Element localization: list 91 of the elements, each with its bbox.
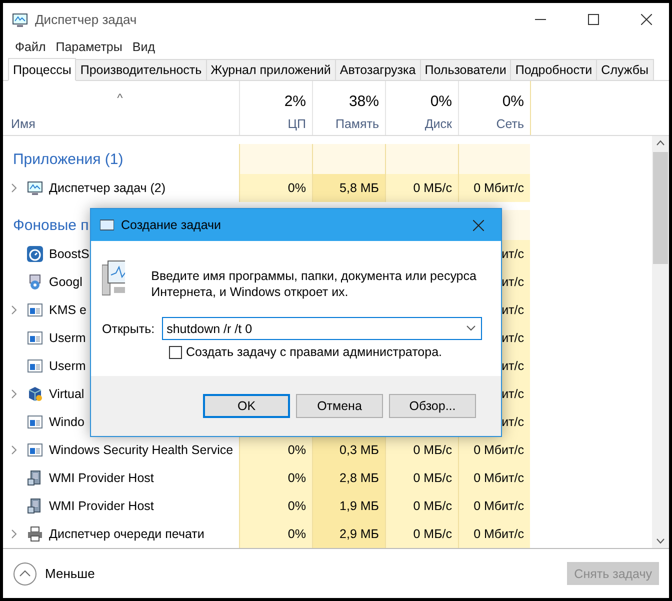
- tab[interactable]: Службы: [596, 59, 654, 80]
- dialog-button[interactable]: OK: [203, 394, 290, 418]
- process-name: Googl: [49, 275, 82, 289]
- checkbox[interactable]: [169, 346, 182, 358]
- table-cell: [458, 144, 530, 174]
- maximize-icon[interactable]: [588, 14, 598, 25]
- chevron-icon[interactable]: [11, 305, 17, 315]
- column-header[interactable]: ЦП: [288, 117, 306, 131]
- tab[interactable]: Автозагрузка: [334, 59, 421, 80]
- dialog-title: Создание задачи: [121, 218, 222, 232]
- process-name: Windo: [49, 415, 84, 429]
- process-name: WMI Provider Host: [49, 471, 154, 485]
- scrollbar-thumb[interactable]: [653, 152, 668, 264]
- process-name: Windows Security Health Service: [49, 443, 234, 457]
- open-label: Открыть:: [102, 322, 155, 336]
- table-cell: 2,9 МБ: [312, 520, 385, 548]
- menu-item[interactable]: Вид: [128, 40, 159, 54]
- table-cell: 0 Мбит/с: [458, 520, 530, 548]
- process-name: WMI Provider Host: [49, 499, 154, 513]
- tab[interactable]: Процессы: [8, 58, 76, 81]
- process-name: BoostS: [49, 247, 90, 261]
- dropdown-icon[interactable]: [466, 325, 476, 331]
- table-cell: 5,8 МБ: [312, 174, 385, 202]
- table-cell: 0%: [239, 174, 312, 202]
- stopwatch-icon: [27, 246, 43, 262]
- table-cell: 1,9 МБ: [312, 492, 385, 520]
- window-icon: [100, 219, 114, 231]
- less-details-link[interactable]: Меньше: [45, 566, 560, 581]
- chevron-icon[interactable]: [11, 183, 17, 193]
- column-header[interactable]: Диск: [424, 117, 452, 131]
- table-cell: 0 Мбит/с: [458, 436, 530, 464]
- menu-item[interactable]: Файл: [11, 40, 50, 54]
- menu-item[interactable]: Параметры: [52, 40, 126, 54]
- sort-arrow[interactable]: ^: [117, 91, 123, 105]
- process-name: Userm: [49, 331, 86, 345]
- dialog-button[interactable]: Обзор...: [389, 394, 476, 418]
- column-header[interactable]: Сеть: [496, 117, 524, 131]
- chevron-icon[interactable]: [11, 529, 17, 539]
- table-cell: 0 МБ/с: [385, 492, 458, 520]
- window-icon: [27, 414, 43, 430]
- table-cell: 0 Мбит/с: [458, 492, 530, 520]
- process-name: KMS e: [49, 303, 87, 317]
- tab[interactable]: Пользователи: [420, 59, 512, 80]
- window-icon: [27, 358, 43, 374]
- column-header[interactable]: Память: [335, 117, 379, 131]
- process-name: Диспетчер задач (2): [49, 181, 166, 195]
- tab[interactable]: Производительность: [75, 59, 207, 80]
- checkbox-label: Создать задачу с правами администратора.: [186, 345, 442, 359]
- process-name: Virtual: [49, 387, 84, 401]
- table-cell: 0 Мбит/с: [458, 174, 530, 202]
- server-icon: [27, 470, 43, 486]
- window-icon: [27, 442, 43, 458]
- table-cell: 0%: [239, 436, 312, 464]
- window-icon: [27, 330, 43, 346]
- column-total: 0%: [430, 93, 452, 110]
- table-cell: 0 МБ/с: [385, 436, 458, 464]
- chevron-icon[interactable]: [11, 445, 17, 455]
- close-icon[interactable]: [640, 14, 652, 25]
- collapse-icon[interactable]: [13, 562, 37, 586]
- close-icon[interactable]: [472, 220, 484, 230]
- column-total: 0%: [502, 93, 524, 110]
- table-cell: 0 МБ/с: [385, 174, 458, 202]
- cube-icon: [27, 386, 43, 402]
- column-total: 2%: [284, 93, 306, 110]
- table-cell: 0 МБ/с: [385, 520, 458, 548]
- column-header[interactable]: Имя: [11, 117, 239, 131]
- table-cell: 0%: [239, 464, 312, 492]
- tab[interactable]: Журнал приложений: [206, 59, 336, 80]
- table-cell: 0 МБ/с: [385, 464, 458, 492]
- group-header: Фоновые п: [13, 216, 89, 234]
- minimize-icon[interactable]: [534, 19, 546, 20]
- dialog-button[interactable]: Отмена: [296, 394, 383, 418]
- table-cell: 0 Мбит/с: [458, 464, 530, 492]
- monitor-icon: [12, 12, 28, 28]
- table-cell: 0%: [239, 520, 312, 548]
- column-total: 38%: [348, 93, 379, 110]
- server-icon: [27, 498, 43, 514]
- window-icon: [27, 302, 43, 318]
- tab[interactable]: Подробности: [510, 59, 598, 80]
- process-name: Userm: [49, 359, 86, 373]
- group-header: Приложения (1): [13, 150, 124, 168]
- installer-icon: [27, 274, 43, 290]
- process-name: Диспетчер очереди печати: [49, 527, 204, 541]
- monitor-icon: [27, 180, 43, 196]
- table-cell: 0%: [239, 492, 312, 520]
- window-title: Диспетчер задач: [35, 12, 138, 27]
- table-cell: 2,8 МБ: [312, 464, 385, 492]
- chevron-icon[interactable]: [11, 389, 17, 399]
- table-cell: 0,3 МБ: [312, 436, 385, 464]
- open-combobox[interactable]: shutdown /r /t 0: [162, 317, 482, 340]
- printer-icon: [27, 526, 43, 542]
